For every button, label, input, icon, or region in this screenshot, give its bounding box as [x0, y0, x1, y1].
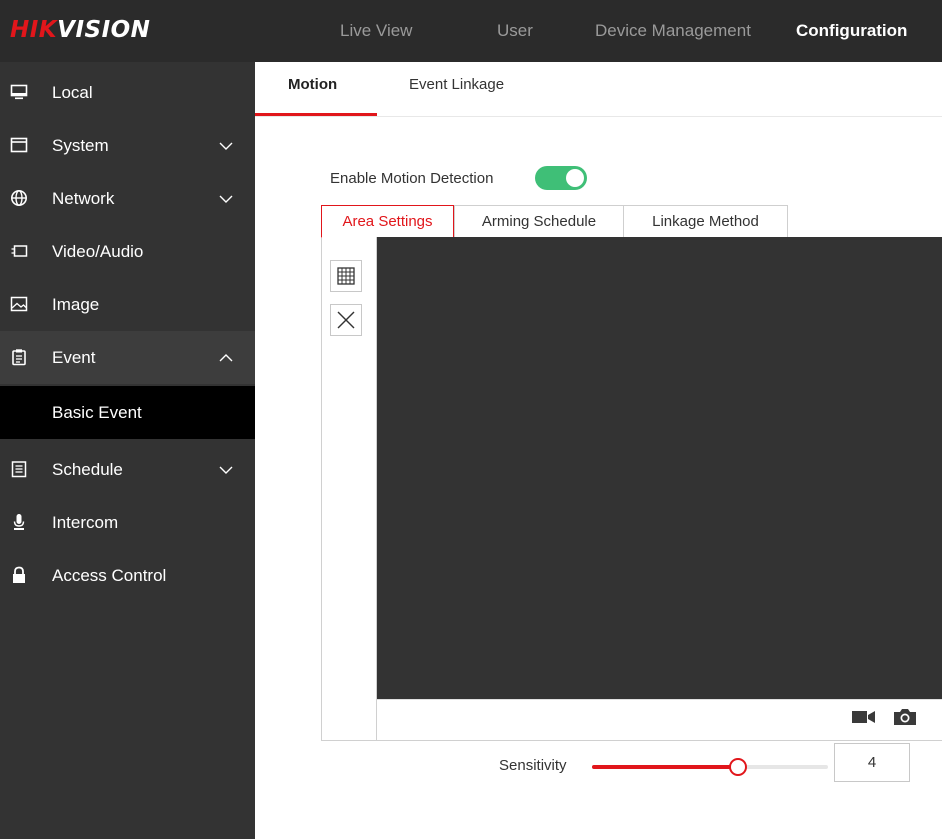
- tab-event-linkage[interactable]: Event Linkage: [409, 76, 504, 93]
- calendar-icon: [11, 461, 27, 478]
- tab-motion[interactable]: Motion: [288, 76, 337, 93]
- sidebar-item-video-audio[interactable]: Video/Audio: [0, 225, 255, 278]
- close-icon: [337, 311, 355, 329]
- toggle-knob: [566, 169, 584, 187]
- monitor-icon: [10, 84, 28, 100]
- sidebar-item-local[interactable]: Local: [0, 66, 255, 119]
- sidebar-item-label: Image: [52, 295, 100, 314]
- chevron-down-icon: [219, 466, 233, 474]
- sidebar-item-event[interactable]: Event: [0, 331, 255, 384]
- sensitivity-value-input[interactable]: 4: [834, 743, 910, 782]
- subtab-area-settings[interactable]: Area Settings: [321, 205, 454, 238]
- sidebar-item-label: Local: [52, 83, 93, 102]
- sidebar-subitem-basic-event[interactable]: Basic Event: [0, 386, 255, 439]
- video-toolbar-divider: [377, 699, 942, 700]
- subtab-arming-schedule[interactable]: Arming Schedule: [454, 205, 624, 238]
- grid-icon: [337, 267, 355, 285]
- clipboard-icon: [12, 349, 26, 366]
- top-bar: HIKVISION Live View User Device Manageme…: [0, 0, 942, 62]
- clear-area-button[interactable]: [330, 304, 362, 336]
- sidebar-item-label: Video/Audio: [52, 242, 144, 261]
- nav-user[interactable]: User: [497, 0, 533, 62]
- subtab-linkage-method[interactable]: Linkage Method: [623, 205, 788, 238]
- logo-white-text: VISION: [57, 17, 151, 43]
- sensitivity-slider[interactable]: [592, 758, 828, 776]
- enable-motion-detection-toggle[interactable]: [535, 166, 587, 190]
- video-preview[interactable]: [377, 237, 942, 699]
- draw-area-button[interactable]: [330, 260, 362, 292]
- nav-device-management[interactable]: Device Management: [595, 0, 751, 62]
- sidebar-item-image[interactable]: Image: [0, 278, 255, 331]
- tab-divider: [255, 116, 942, 117]
- sidebar-item-label: Schedule: [52, 460, 123, 479]
- nav-configuration[interactable]: Configuration: [796, 0, 907, 62]
- sidebar-item-network[interactable]: Network: [0, 172, 255, 225]
- sidebar-item-intercom[interactable]: Intercom: [0, 496, 255, 549]
- sidebar-item-label: Intercom: [52, 513, 119, 532]
- video-icon: [11, 245, 28, 257]
- sidebar-item-schedule[interactable]: Schedule: [0, 443, 255, 496]
- sensitivity-slider-handle[interactable]: [729, 758, 748, 776]
- microphone-icon: [13, 514, 25, 530]
- sidebar-item-label: Event: [52, 348, 96, 367]
- snapshot-icon[interactable]: [892, 706, 918, 728]
- record-icon[interactable]: [851, 706, 877, 728]
- sidebar: Local System Network Video/Audio Image E…: [0, 62, 255, 839]
- nav-live-view[interactable]: Live View: [340, 0, 412, 62]
- globe-icon: [11, 190, 27, 206]
- lock-icon: [13, 566, 25, 583]
- logo-red-text: HIK: [10, 17, 58, 43]
- window-icon: [10, 137, 28, 153]
- sidebar-item-access-control[interactable]: Access Control: [0, 549, 255, 602]
- enable-motion-detection-label: Enable Motion Detection: [330, 170, 494, 187]
- sidebar-item-label: System: [52, 136, 109, 155]
- sidebar-item-system[interactable]: System: [0, 119, 255, 172]
- image-icon: [10, 296, 28, 312]
- sidebar-item-label: Network: [52, 189, 115, 208]
- hikvision-logo[interactable]: HIKVISION: [10, 14, 150, 46]
- sensitivity-label: Sensitivity: [499, 757, 567, 774]
- chevron-down-icon: [219, 195, 233, 203]
- sidebar-item-label: Access Control: [52, 566, 167, 585]
- sidebar-subitem-label: Basic Event: [52, 403, 142, 422]
- sensitivity-slider-fill: [592, 765, 739, 769]
- chevron-down-icon: [219, 142, 233, 150]
- chevron-up-icon: [219, 354, 233, 362]
